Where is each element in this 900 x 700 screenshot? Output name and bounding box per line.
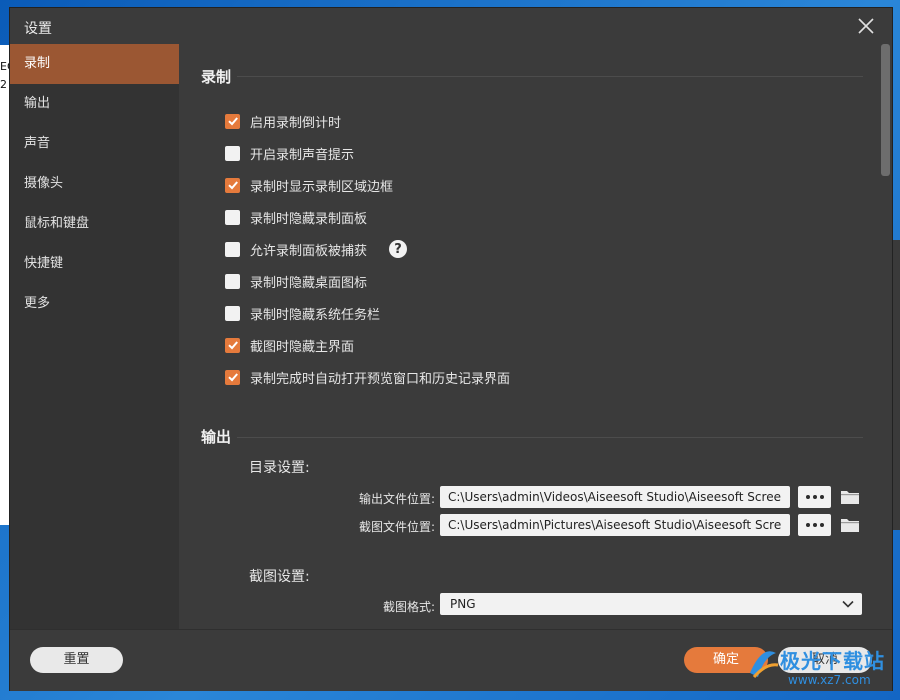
option-show-border[interactable]: 录制时显示录制区域边框 bbox=[225, 175, 393, 195]
sidebar-item-audio[interactable]: 声音 bbox=[10, 124, 179, 164]
background-text: 2 bbox=[0, 78, 7, 91]
check-icon bbox=[227, 341, 238, 350]
capture-format-label: 截图格式: bbox=[382, 600, 435, 614]
folder-icon[interactable] bbox=[840, 517, 860, 533]
checkbox-hide-desktop-icons[interactable] bbox=[225, 273, 240, 289]
help-icon[interactable]: ? bbox=[389, 240, 408, 258]
output-location-input[interactable]: C:\Users\admin\Videos\Aiseesoft Studio\A… bbox=[440, 486, 790, 508]
checkbox-countdown[interactable] bbox=[225, 113, 240, 129]
dot-icon bbox=[805, 523, 810, 527]
sidebar-item-hotkeys[interactable]: 快捷键 bbox=[10, 244, 179, 284]
sidebar-item-more[interactable]: 更多 bbox=[10, 284, 179, 324]
option-label: 录制时隐藏系统任务栏 bbox=[250, 307, 381, 323]
section-divider bbox=[237, 437, 863, 438]
output-location-label: 输出文件位置: bbox=[358, 492, 435, 506]
sidebar-item-output[interactable]: 输出 bbox=[10, 84, 179, 124]
option-label: 截图时隐藏主界面 bbox=[250, 339, 355, 355]
sidebar-item-mouse-keyboard[interactable]: 鼠标和键盘 bbox=[10, 204, 179, 244]
screenshot-location-input[interactable]: C:\Users\admin\Pictures\Aiseesoft Studio… bbox=[440, 514, 790, 536]
dot-icon bbox=[819, 523, 824, 527]
option-countdown[interactable]: 启用录制倒计时 bbox=[225, 111, 341, 131]
checkbox-hide-main-on-screenshot[interactable] bbox=[225, 337, 240, 353]
sidebar-item-recording[interactable]: 录制 bbox=[10, 44, 179, 84]
checkbox-hide-taskbar[interactable] bbox=[225, 305, 240, 321]
option-label: 开启录制声音提示 bbox=[250, 147, 355, 163]
option-label: 允许录制面板被捕获 bbox=[250, 243, 368, 259]
option-hide-taskbar[interactable]: 录制时隐藏系统任务栏 bbox=[225, 303, 380, 323]
capture-format-value: PNG bbox=[450, 597, 476, 611]
sidebar-item-webcam[interactable]: 摄像头 bbox=[10, 164, 179, 204]
section-title-recording: 录制 bbox=[201, 68, 232, 86]
screenshot-browse-button[interactable] bbox=[798, 514, 831, 536]
screenshot-location-label: 截图文件位置: bbox=[358, 520, 435, 534]
chevron-down-icon bbox=[842, 600, 854, 608]
check-icon bbox=[227, 181, 238, 190]
title-bar: 设置 bbox=[10, 8, 892, 44]
settings-content: 录制 启用录制倒计时 开启录制声音提示 录制时显示录制区域边框 录制时隐藏录制面板 允许… bbox=[179, 44, 879, 629]
option-sound-prompt[interactable]: 开启录制声音提示 bbox=[225, 143, 354, 163]
section-title-output: 输出 bbox=[201, 428, 232, 446]
dot-icon bbox=[819, 495, 824, 499]
capture-settings-title: 截图设置: bbox=[249, 569, 310, 585]
option-allow-panel-capture[interactable]: 允许录制面板被捕获? bbox=[225, 239, 408, 259]
check-icon bbox=[227, 373, 238, 382]
dot-icon bbox=[812, 495, 817, 499]
option-label: 录制时显示录制区域边框 bbox=[250, 179, 394, 195]
dot-icon bbox=[805, 495, 810, 499]
option-label: 启用录制倒计时 bbox=[250, 115, 342, 131]
section-divider bbox=[237, 76, 863, 77]
checkbox-allow-panel-capture[interactable] bbox=[225, 241, 240, 257]
option-hide-panel[interactable]: 录制时隐藏录制面板 bbox=[225, 207, 367, 227]
checkbox-show-border[interactable] bbox=[225, 177, 240, 193]
reset-button[interactable]: 重置 bbox=[30, 647, 123, 673]
sidebar: 录制 输出 声音 摄像头 鼠标和键盘 快捷键 更多 bbox=[10, 44, 179, 629]
option-label: 录制时隐藏桌面图标 bbox=[250, 275, 368, 291]
option-label: 录制时隐藏录制面板 bbox=[250, 211, 368, 227]
capture-format-select[interactable]: PNG bbox=[440, 593, 862, 615]
option-label: 录制完成时自动打开预览窗口和历史记录界面 bbox=[250, 371, 511, 387]
settings-dialog: 设置 录制 输出 声音 摄像头 鼠标和键盘 快捷键 更多 录制 启用录制倒计时开… bbox=[10, 8, 892, 691]
window-title: 设置 bbox=[24, 21, 52, 37]
ok-button[interactable]: 确定 bbox=[684, 647, 768, 673]
checkbox-auto-open-preview[interactable] bbox=[225, 369, 240, 385]
checkbox-hide-panel[interactable] bbox=[225, 209, 240, 225]
option-auto-open-preview[interactable]: 录制完成时自动打开预览窗口和历史记录界面 bbox=[225, 367, 510, 387]
output-browse-button[interactable] bbox=[798, 486, 831, 508]
dialog-footer: 重置 确定 取消 bbox=[10, 629, 892, 691]
cancel-button[interactable]: 取消 bbox=[778, 647, 872, 673]
option-hide-desktop-icons[interactable]: 录制时隐藏桌面图标 bbox=[225, 271, 367, 291]
check-icon bbox=[227, 117, 238, 126]
dot-icon bbox=[812, 523, 817, 527]
folder-icon[interactable] bbox=[840, 489, 860, 505]
option-hide-main-on-screenshot[interactable]: 截图时隐藏主界面 bbox=[225, 335, 354, 355]
scrollbar-thumb[interactable] bbox=[881, 44, 890, 176]
scrollbar[interactable] bbox=[879, 44, 892, 629]
directory-settings-title: 目录设置: bbox=[249, 460, 310, 476]
checkbox-sound-prompt[interactable] bbox=[225, 145, 240, 161]
close-icon[interactable] bbox=[854, 14, 878, 38]
